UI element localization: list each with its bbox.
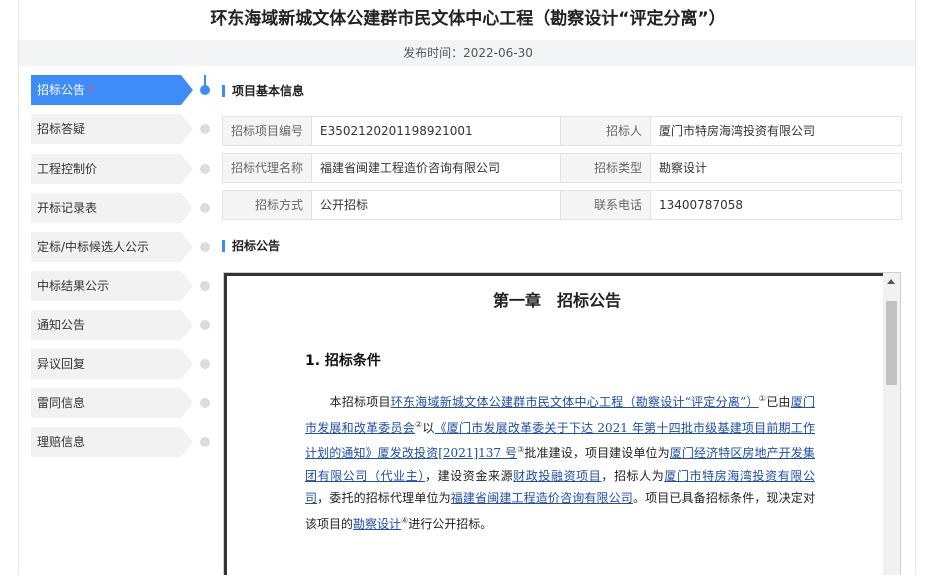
underlined-funding: 财政投融资项目 [513, 468, 602, 483]
sidebar-item-objection[interactable]: 异议回复 [31, 349, 193, 379]
sidebar-item-label: 中标结果公示 [37, 279, 110, 293]
label-agency: 招标代理名称 [222, 153, 312, 183]
value-agency: 福建省闽建工程造价咨询有限公司 [311, 153, 561, 183]
scrollbar-thumb[interactable] [886, 301, 897, 385]
chapter-title: 第一章 招标公告 [227, 287, 887, 311]
scroll-up-icon[interactable] [887, 279, 895, 284]
value-project-code: E3502120201198921001 [311, 116, 561, 146]
label-tender-method: 招标方式 [222, 190, 312, 220]
document-page: 第一章 招标公告 1. 招标条件 本招标项目环东海域新城文体公建群市民文体中心工程… [224, 273, 884, 575]
sidebar-item-tender-notice[interactable]: 招标公告 * [31, 75, 193, 105]
chapter-number: 第一章 [492, 291, 541, 310]
sidebar-item-label: 招标答疑 [37, 122, 86, 136]
para-text: 本招标项目 [329, 395, 391, 409]
sidebar-item-opening-record[interactable]: 开标记录表 [31, 193, 193, 223]
para-text: 以 [422, 420, 435, 435]
section-notice: 招标公告 [222, 239, 280, 253]
sidebar-item-claims[interactable]: 理赔信息 [31, 427, 193, 457]
para-text: 进行公开招标。 [408, 516, 493, 531]
chapter-name: 招标公告 [557, 291, 622, 310]
label-phone: 联系电话 [560, 190, 651, 220]
required-mark: * [88, 83, 95, 97]
underlined-scope: 勘察设计 [353, 516, 402, 531]
timeline-dot [200, 437, 210, 447]
publish-time: 发布时间：2022-06-30 [19, 40, 915, 66]
timeline-dot [200, 359, 210, 369]
value-tenderer: 厦门市特房海湾投资有限公司 [650, 116, 902, 146]
timeline-dot [200, 164, 210, 174]
sidebar-item-qa[interactable]: 招标答疑 [31, 114, 193, 144]
sidebar-item-result[interactable]: 中标结果公示 [31, 271, 193, 301]
underlined-project-name: 环东海域新城文体公建群市民文体中心工程（勘察设计“评定分离”） [390, 395, 759, 409]
scrollbar[interactable] [883, 273, 900, 575]
timeline-dot [200, 281, 210, 291]
timeline-dot [200, 398, 210, 408]
para-text: 批准建设，项目建设单位为 [524, 446, 670, 460]
para-text: ，委托的招标代理单位为 [317, 491, 451, 505]
para-text: 已由 [766, 395, 791, 409]
section-heading: 1. 招标条件 [305, 353, 381, 369]
timeline-dot [200, 203, 210, 213]
para-text: ，建设资金来源 [424, 468, 514, 483]
sidebar-item-label: 工程控制价 [37, 162, 98, 176]
section-basic-info: 项目基本信息 [222, 84, 304, 98]
timeline-dot-active [200, 85, 210, 95]
sidebar-item-candidates[interactable]: 定标/中标候选人公示 [31, 232, 193, 262]
label-tenderer: 招标人 [560, 116, 651, 146]
sidebar-item-label: 雷同信息 [37, 396, 86, 410]
timeline-dot [200, 320, 210, 330]
value-tender-type: 勘察设计 [650, 153, 902, 183]
sidebar-item-control-price[interactable]: 工程控制价 [31, 154, 193, 184]
sidebar-item-label: 定标/中标候选人公示 [37, 240, 150, 254]
value-phone: 13400787058 [650, 190, 902, 220]
label-project-code: 招标项目编号 [222, 116, 312, 146]
label-tender-type: 招标类型 [560, 153, 651, 183]
sidebar-item-label: 开标记录表 [37, 201, 98, 215]
sidebar-item-label: 异议回复 [37, 357, 86, 371]
page-title: 环东海域新城文体公建群市民文体中心工程（勘察设计“评定分离”） [210, 9, 726, 29]
para-text: ，招标人为 [601, 468, 665, 483]
sidebar-item-similar[interactable]: 雷同信息 [31, 388, 193, 418]
table-row: 招标方式 公开招标 联系电话 13400787058 [222, 190, 902, 220]
value-tender-method: 公开招标 [311, 190, 561, 220]
sidebar-item-label: 理赔信息 [37, 435, 86, 449]
table-row: 招标项目编号 E3502120201198921001 招标人 厦门市特房海湾投… [222, 116, 902, 146]
sidebar-item-label: 通知公告 [37, 318, 86, 332]
page-frame: 环东海域新城文体公建群市民文体中心工程（勘察设计“评定分离”） 发布时间：202… [18, 0, 916, 575]
timeline-dot [200, 124, 210, 134]
table-row: 招标代理名称 福建省闽建工程造价咨询有限公司 招标类型 勘察设计 [222, 153, 902, 183]
sidebar-item-label: 招标公告 [37, 83, 86, 97]
underlined-agency: 福建省闽建工程造价咨询有限公司 [450, 491, 633, 505]
document-paragraph: 本招标项目环东海域新城文体公建群市民文体中心工程（勘察设计“评定分离”）①已由厦… [305, 388, 815, 535]
document-viewer[interactable]: 第一章 招标公告 1. 招标条件 本招标项目环东海域新城文体公建群市民文体中心工程… [223, 272, 901, 575]
sidebar-item-notices[interactable]: 通知公告 [31, 310, 193, 340]
timeline-dot [200, 242, 210, 252]
